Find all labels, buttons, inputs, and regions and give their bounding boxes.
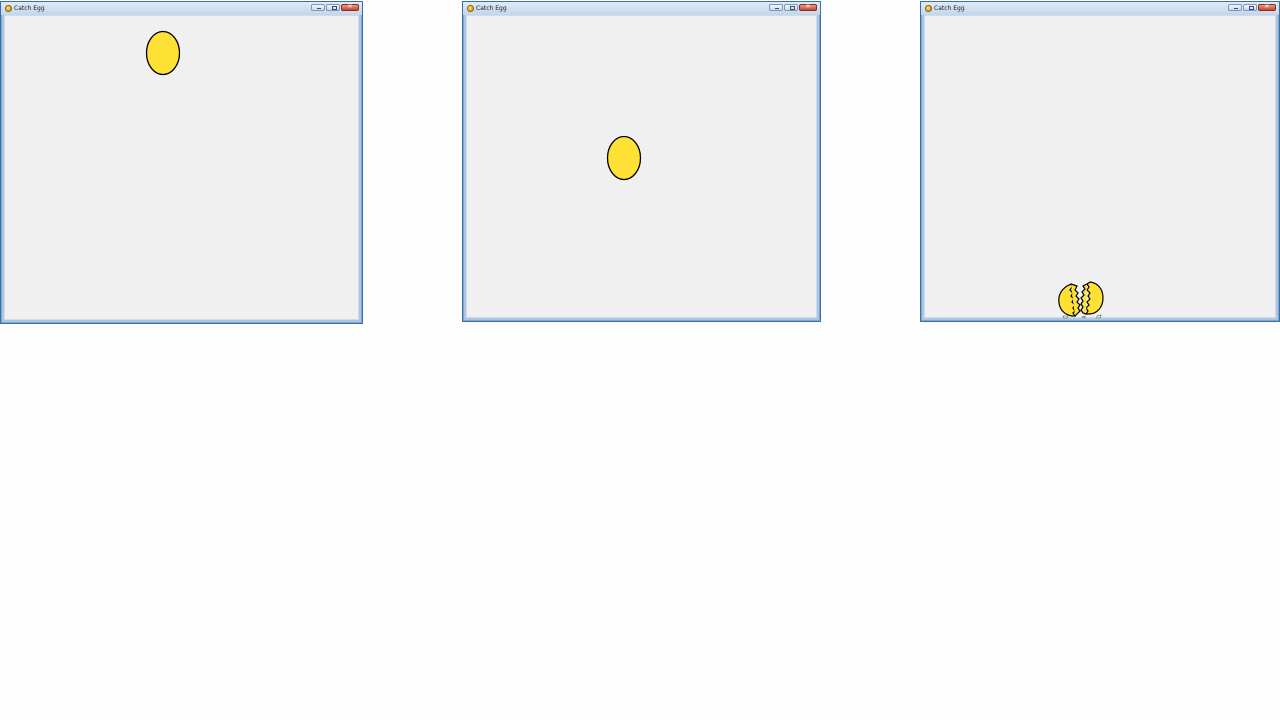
window-controls: [311, 3, 359, 12]
egg-layer: [606, 135, 642, 181]
window-title: Catch Egg: [14, 5, 45, 12]
egg-app-icon: [5, 5, 12, 12]
window-title: Catch Egg: [934, 5, 965, 12]
broken-egg-right-shell: [1084, 281, 1104, 315]
close-button[interactable]: [341, 3, 359, 11]
minimize-button[interactable]: [1228, 4, 1242, 11]
game-window-2: Catch Egg: [462, 1, 821, 322]
falling-egg: [606, 135, 642, 181]
game-canvas[interactable]: [924, 15, 1276, 319]
shell-fragment: [1062, 315, 1069, 319]
broken-egg-right-crack: [1080, 283, 1088, 315]
maximize-button[interactable]: [784, 4, 798, 11]
minimize-button[interactable]: [769, 4, 783, 11]
egg-app-icon: [925, 5, 932, 12]
egg-layer: [145, 30, 181, 76]
title-bar[interactable]: Catch Egg: [1, 2, 362, 15]
window-title: Catch Egg: [476, 5, 507, 12]
close-button[interactable]: [1258, 3, 1276, 11]
window-controls: [769, 3, 817, 12]
game-window-3: Catch Egg: [920, 1, 1280, 322]
title-bar[interactable]: Catch Egg: [463, 2, 820, 15]
egg-app-icon: [467, 5, 474, 12]
maximize-button[interactable]: [1243, 4, 1257, 11]
game-canvas[interactable]: [466, 15, 817, 318]
shell-fragment: [1081, 315, 1086, 319]
title-bar[interactable]: Catch Egg: [921, 2, 1279, 15]
game-window-1: Catch Egg: [0, 1, 363, 324]
game-canvas[interactable]: [4, 15, 359, 320]
shell-fragment: [1096, 314, 1102, 319]
maximize-button[interactable]: [326, 4, 340, 11]
falling-egg: [145, 30, 181, 76]
window-controls: [1228, 3, 1276, 12]
close-button[interactable]: [799, 3, 817, 11]
minimize-button[interactable]: [311, 4, 325, 11]
broken-egg: [1058, 281, 1104, 319]
